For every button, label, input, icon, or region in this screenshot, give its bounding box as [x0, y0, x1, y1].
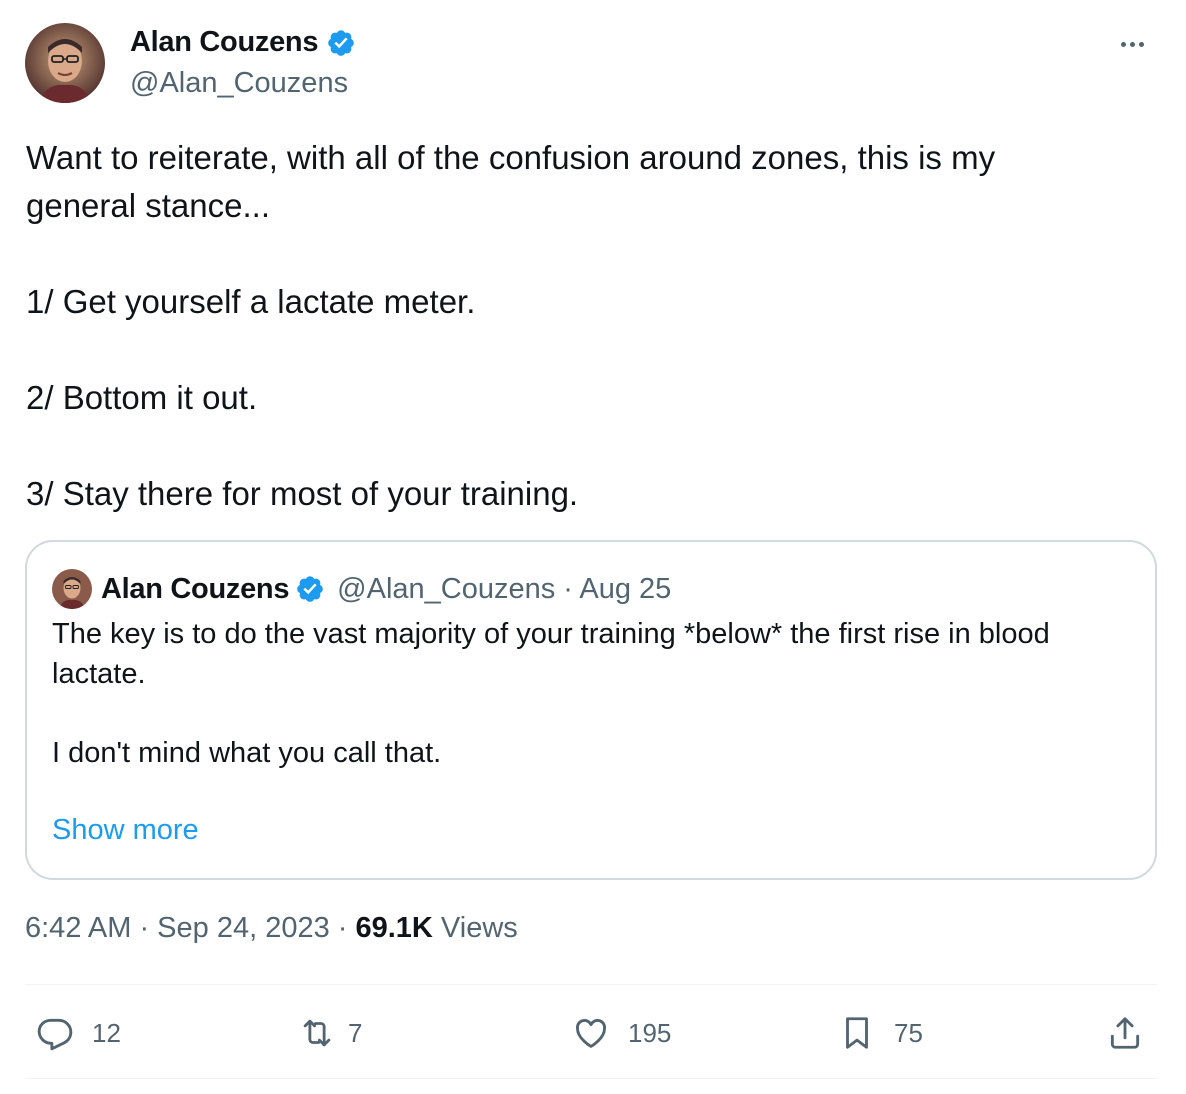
- quoted-author-handle-date: @Alan_Couzens · Aug 25: [337, 572, 672, 605]
- tweet-point-2: 2/ Bottom it out.: [26, 379, 258, 416]
- quoted-author-name: Alan Couzens: [101, 572, 290, 605]
- verified-icon: [328, 29, 354, 56]
- divider: [25, 984, 1157, 985]
- quoted-author-avatar: [52, 569, 92, 609]
- author-handle[interactable]: @Alan_Couzens: [130, 67, 348, 100]
- views-count: 69.1K: [355, 912, 433, 944]
- share-icon: [1110, 1017, 1140, 1049]
- tweet-timestamp[interactable]: 6:42 AM · Sep 24, 2023 ·: [25, 912, 355, 944]
- author-name-row[interactable]: Alan Couzens: [130, 26, 356, 59]
- quoted-line: I don't mind what you call that.: [52, 737, 442, 769]
- reply-button[interactable]: 12: [36, 1010, 121, 1056]
- repost-count: 7: [348, 1017, 363, 1048]
- tweet-point-3: 3/ Stay there for most of your training.: [26, 475, 579, 512]
- action-bar: 12 7 195 75: [0, 1010, 1186, 1056]
- repost-button[interactable]: 7: [298, 1010, 362, 1056]
- views-label: Views: [432, 912, 518, 944]
- like-icon: [575, 1019, 607, 1048]
- show-more-link[interactable]: Show more: [52, 814, 199, 847]
- tweet-text: Want to reiterate, with all of the confu…: [26, 134, 1146, 518]
- repost-icon: [303, 1019, 331, 1047]
- tweet-line: general stance...: [26, 187, 270, 224]
- divider: [25, 1078, 1157, 1079]
- verified-icon: [297, 576, 323, 602]
- share-button[interactable]: [1106, 1010, 1144, 1056]
- tweet-meta: 6:42 AM · Sep 24, 2023 · 69.1K Views: [25, 912, 518, 945]
- bookmark-count: 75: [894, 1017, 923, 1048]
- bookmark-icon: [846, 1017, 868, 1049]
- author-avatar[interactable]: [25, 23, 105, 103]
- tweet-line: Want to reiterate, with all of the confu…: [26, 139, 996, 176]
- quoted-tweet-header: Alan Couzens @Alan_Couzens · Aug 25: [52, 569, 671, 609]
- quoted-tweet[interactable]: Alan Couzens @Alan_Couzens · Aug 25 The …: [25, 540, 1157, 880]
- tweet-point-1: 1/ Get yourself a lactate meter.: [26, 283, 476, 320]
- reply-count: 12: [92, 1017, 121, 1048]
- more-icon[interactable]: [1112, 26, 1152, 62]
- quoted-tweet-text: The key is to do the vast majority of yo…: [52, 614, 1142, 773]
- author-name[interactable]: Alan Couzens: [130, 26, 318, 59]
- bookmark-button[interactable]: 75: [838, 1010, 923, 1056]
- reply-icon: [37, 1018, 73, 1051]
- like-button[interactable]: 195: [572, 1010, 671, 1056]
- quoted-line: The key is to do the vast majority of yo…: [52, 618, 1050, 650]
- like-count: 195: [628, 1017, 672, 1048]
- quoted-line: lactate.: [52, 658, 146, 690]
